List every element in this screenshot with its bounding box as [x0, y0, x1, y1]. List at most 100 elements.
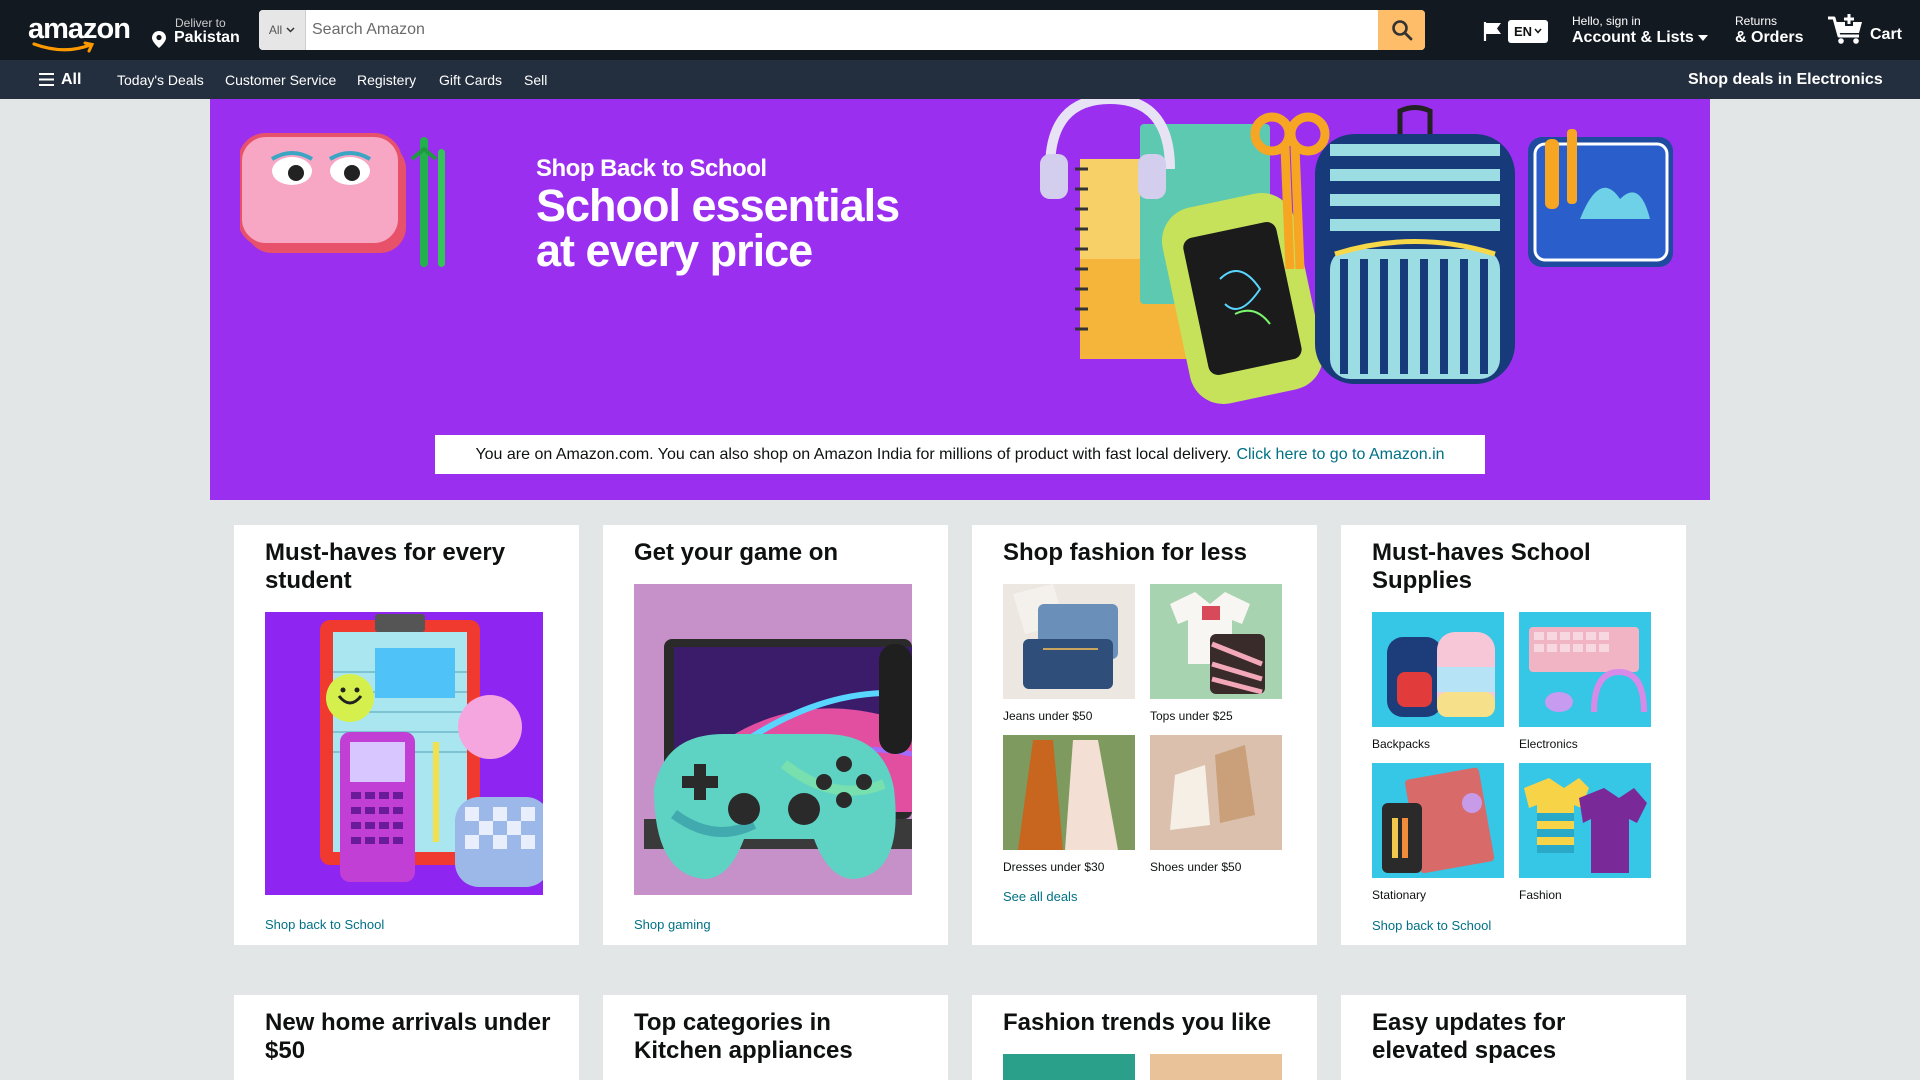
- keyboard-headphones-illustration: [1529, 627, 1647, 713]
- chevron-down-icon: [1534, 28, 1542, 34]
- search-bar: All: [259, 10, 1425, 50]
- tile-shoes[interactable]: Shoes under $50: [1150, 735, 1282, 874]
- card-student-must-haves: Must-haves for every student Shop back t…: [234, 525, 579, 945]
- card-new-home-arrivals: New home arrivals under $50: [234, 995, 579, 1080]
- search-input[interactable]: [306, 10, 1378, 50]
- tile-jeans[interactable]: Jeans under $50: [1003, 584, 1135, 723]
- amazon-logo[interactable]: amazon: [28, 14, 131, 54]
- logo-smile-icon: [32, 41, 95, 53]
- tile-stationary[interactable]: Stationary: [1372, 763, 1504, 902]
- location-pin-icon: [152, 31, 166, 48]
- search-button[interactable]: [1378, 10, 1425, 50]
- student-essentials-image[interactable]: [265, 612, 543, 895]
- jeans-image: [1003, 584, 1135, 699]
- backpacks-illustration: [1387, 632, 1495, 717]
- pencil-case-illustration: [240, 133, 445, 267]
- see-all-deals-link[interactable]: See all deals: [1003, 889, 1077, 904]
- amazon-india-notice: You are on Amazon.com. You can also shop…: [435, 435, 1485, 474]
- orders-label: & Orders: [1735, 29, 1804, 46]
- dresses-image: [1003, 735, 1135, 850]
- hero-title: School essentials at every price: [536, 180, 900, 276]
- electronics-image: [1519, 612, 1651, 727]
- tile-caption: Stationary: [1372, 888, 1427, 902]
- school-supplies-illustration: [1040, 99, 1673, 405]
- tile-dresses[interactable]: Dresses under $30: [1003, 735, 1135, 874]
- card-fashion-for-less: Shop fashion for less Jeans under $50 To…: [972, 525, 1317, 945]
- nav-todays-deals[interactable]: Today's Deals: [117, 60, 204, 99]
- card-title: Shop fashion for less: [1003, 539, 1248, 566]
- amazon-india-link[interactable]: Click here to go to Amazon.in: [1236, 446, 1444, 464]
- search-category-value: All: [268, 23, 283, 37]
- all-menu-label: All: [61, 70, 82, 88]
- hero-banner[interactable]: Shop Back to School School essentials at…: [210, 99, 1710, 500]
- search-icon: [1391, 20, 1412, 41]
- boots-illustration: [1170, 745, 1255, 830]
- hero-title-line-1: School essentials: [536, 180, 900, 231]
- fashion-trend-image-1[interactable]: [1003, 1054, 1135, 1080]
- deliver-to-label: Deliver to: [175, 16, 226, 30]
- shop-back-to-school-link[interactable]: Shop back to School: [1372, 918, 1491, 933]
- search-category-select[interactable]: All: [259, 10, 306, 50]
- tile-electronics[interactable]: Electronics: [1519, 612, 1651, 751]
- shop-back-to-school-link[interactable]: Shop back to School: [265, 917, 384, 932]
- stationary-image: [1372, 763, 1504, 878]
- notice-text: You are on Amazon.com. You can also shop…: [475, 445, 1232, 463]
- sub-nav: All Today's Deals Customer Service Regis…: [0, 60, 1920, 99]
- account-label-row: Account & Lists: [1572, 28, 1709, 48]
- backpacks-image: [1372, 612, 1504, 727]
- fashion-image: [1519, 763, 1651, 878]
- all-menu-button[interactable]: All: [39, 60, 81, 99]
- tile-caption: Backpacks: [1372, 737, 1431, 751]
- gaming-image[interactable]: [634, 584, 912, 895]
- returns-label: Returns: [1735, 14, 1778, 28]
- cart-icon: [1828, 12, 1862, 44]
- card-title: New home arrivals under $50: [265, 1009, 551, 1064]
- nav-sell[interactable]: Sell: [524, 60, 547, 99]
- card-title: Get your game on: [634, 539, 839, 566]
- hero-title-line-2: at every price: [536, 225, 813, 276]
- shoes-image: [1150, 735, 1282, 850]
- tile-caption: Shoes under $50: [1150, 860, 1242, 874]
- gaming-controller-laptop-illustration: [634, 584, 912, 895]
- nav-registry[interactable]: Registery: [357, 60, 416, 99]
- language-value: EN: [1513, 23, 1533, 39]
- caret-down-icon: [1698, 35, 1709, 41]
- card-fashion-trends: Fashion trends you like: [972, 995, 1317, 1080]
- returns-and-orders[interactable]: Returns & Orders: [1735, 14, 1803, 48]
- account-label: Account & Lists: [1572, 29, 1694, 46]
- language-selector[interactable]: EN: [1482, 18, 1548, 44]
- top-nav: amazon Deliver to Pakistan All Search Am…: [0, 0, 1920, 60]
- card-title: Must-haves for every student: [265, 539, 506, 594]
- tile-caption: Tops under $25: [1150, 709, 1233, 723]
- folded-jeans-illustration: [1013, 584, 1118, 689]
- nav-customer-service[interactable]: Customer Service: [225, 60, 336, 99]
- tile-backpacks[interactable]: Backpacks: [1372, 612, 1504, 751]
- fashion-trend-image-2[interactable]: [1150, 1054, 1282, 1080]
- flag-icon: [1483, 22, 1501, 41]
- card-title: Easy updates for elevated spaces: [1372, 1009, 1566, 1064]
- shop-gaming-link[interactable]: Shop gaming: [634, 917, 711, 932]
- card-kitchen-appliances: Top categories in Kitchen appliances: [603, 995, 948, 1080]
- account-and-lists[interactable]: Hello, sign in Account & Lists: [1572, 14, 1709, 48]
- language-select[interactable]: EN: [1508, 19, 1548, 43]
- clipboard-calculator-illustration: [320, 614, 543, 887]
- dresses-illustration: [1018, 740, 1118, 850]
- tops-illustration: [1170, 592, 1265, 695]
- cart-button[interactable]: Cart: [1826, 12, 1916, 48]
- tile-caption: Dresses under $30: [1003, 860, 1105, 874]
- card-school-supplies: Must-haves School Supplies Backpacks Ele…: [1341, 525, 1686, 945]
- tile-tops[interactable]: Tops under $25: [1150, 584, 1282, 723]
- notebook-pens-illustration: [1382, 767, 1495, 874]
- kids-clothes-illustration: [1524, 778, 1647, 873]
- tops-image: [1150, 584, 1282, 699]
- deliver-to-location: Pakistan: [174, 29, 240, 46]
- card-title: Must-haves School Supplies: [1372, 539, 1591, 594]
- tile-fashion[interactable]: Fashion: [1519, 763, 1651, 902]
- card-title: Fashion trends you like: [1003, 1009, 1272, 1036]
- card-title: Top categories in Kitchen appliances: [634, 1009, 853, 1064]
- nav-shop-deals-electronics[interactable]: Shop deals in Electronics: [1688, 60, 1883, 99]
- nav-gift-cards[interactable]: Gift Cards: [439, 60, 502, 99]
- account-greeting: Hello, sign in: [1572, 14, 1641, 28]
- card-gaming: Get your game on Shop gaming: [603, 525, 948, 945]
- tile-caption: Jeans under $50: [1003, 709, 1093, 723]
